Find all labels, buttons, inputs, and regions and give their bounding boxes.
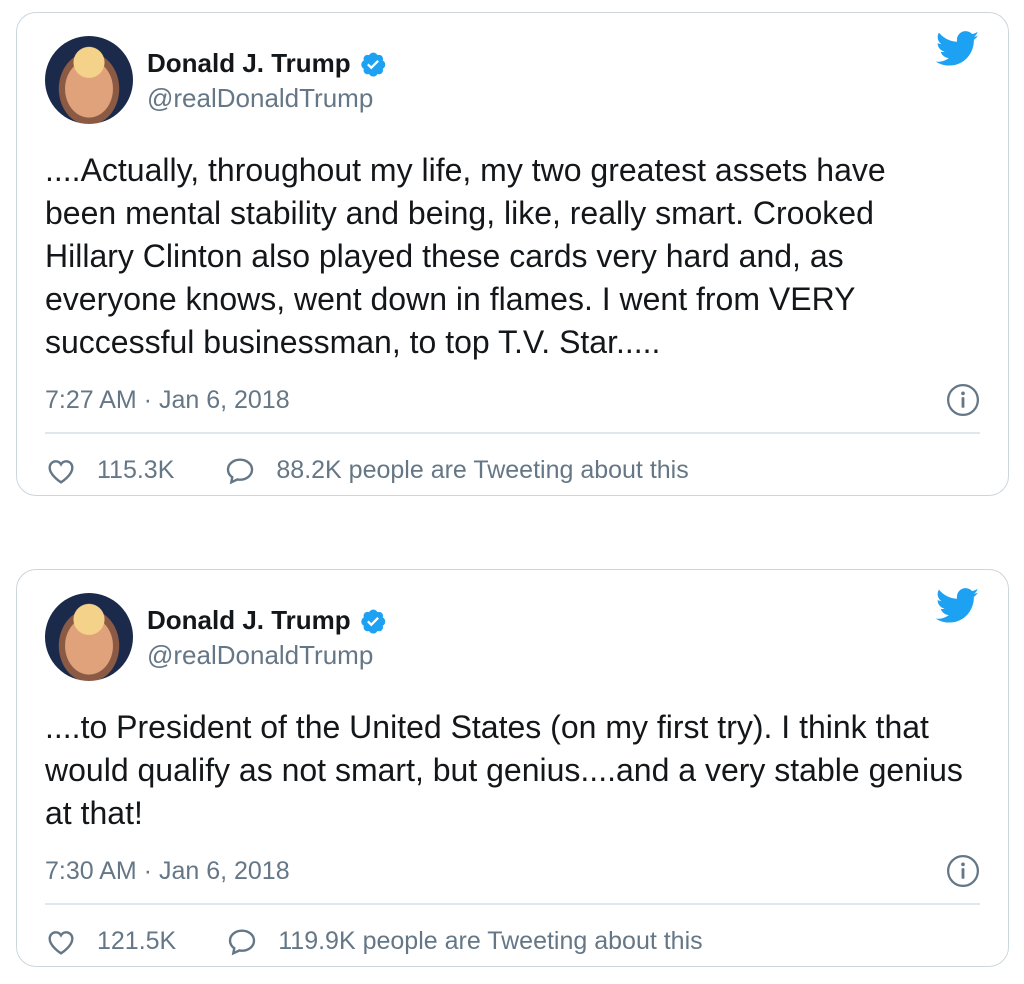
tweet-card[interactable]: Donald J. Trump @realDonaldTrump ....Act… [16, 12, 1009, 496]
tweeting-count: 119.9K people are Tweeting about this [278, 927, 703, 955]
tweeting-link[interactable]: 88.2K people are Tweeting about this [224, 455, 689, 487]
speech-bubble-icon [227, 457, 254, 484]
name-row: Donald J. Trump [147, 48, 387, 79]
tweet-card[interactable]: Donald J. Trump @realDonaldTrump ....to … [16, 569, 1009, 967]
info-icon[interactable] [946, 383, 980, 417]
author-name[interactable]: Donald J. Trump [147, 605, 351, 636]
tweet-actions: 121.5K 119.9K people are Tweeting about … [45, 905, 980, 979]
name-row: Donald J. Trump [147, 605, 387, 636]
verified-badge-icon [360, 609, 385, 634]
twitter-bird-icon[interactable] [936, 31, 980, 67]
author-handle[interactable]: @realDonaldTrump [147, 83, 387, 114]
author-info: Donald J. Trump @realDonaldTrump [147, 605, 387, 671]
tweet-timestamp[interactable]: 7:30 AM · Jan 6, 2018 [45, 857, 290, 886]
heart-icon [48, 930, 74, 955]
tweet-text: ....Actually, throughout my life, my two… [45, 152, 886, 360]
tweeting-link[interactable]: 119.9K people are Tweeting about this [226, 926, 703, 958]
tweet-meta: 7:27 AM · Jan 6, 2018 [45, 382, 980, 418]
speech-bubble-icon [229, 928, 256, 955]
author-handle[interactable]: @realDonaldTrump [147, 640, 387, 671]
like-count: 121.5K [97, 927, 177, 955]
verified-badge-icon [360, 52, 385, 77]
avatar[interactable] [45, 36, 133, 124]
like-count: 115.3K [97, 456, 175, 484]
tweet-actions: 115.3K 88.2K people are Tweeting about t… [45, 434, 980, 508]
like-button[interactable]: 121.5K [45, 926, 176, 958]
tweet-text: ....to President of the United States (o… [45, 709, 963, 831]
tweet-meta: 7:30 AM · Jan 6, 2018 [45, 853, 980, 889]
heart-icon [48, 459, 74, 484]
author-info: Donald J. Trump @realDonaldTrump [147, 48, 387, 114]
tweeting-count: 88.2K people are Tweeting about this [276, 456, 689, 484]
tweet-timestamp[interactable]: 7:27 AM · Jan 6, 2018 [45, 386, 290, 415]
avatar[interactable] [45, 593, 133, 681]
like-button[interactable]: 115.3K [45, 455, 174, 487]
info-icon[interactable] [946, 854, 980, 888]
twitter-bird-icon[interactable] [936, 588, 980, 624]
author-name[interactable]: Donald J. Trump [147, 48, 351, 79]
tweet-header: Donald J. Trump @realDonaldTrump [45, 31, 980, 127]
tweet-header: Donald J. Trump @realDonaldTrump [45, 588, 980, 684]
